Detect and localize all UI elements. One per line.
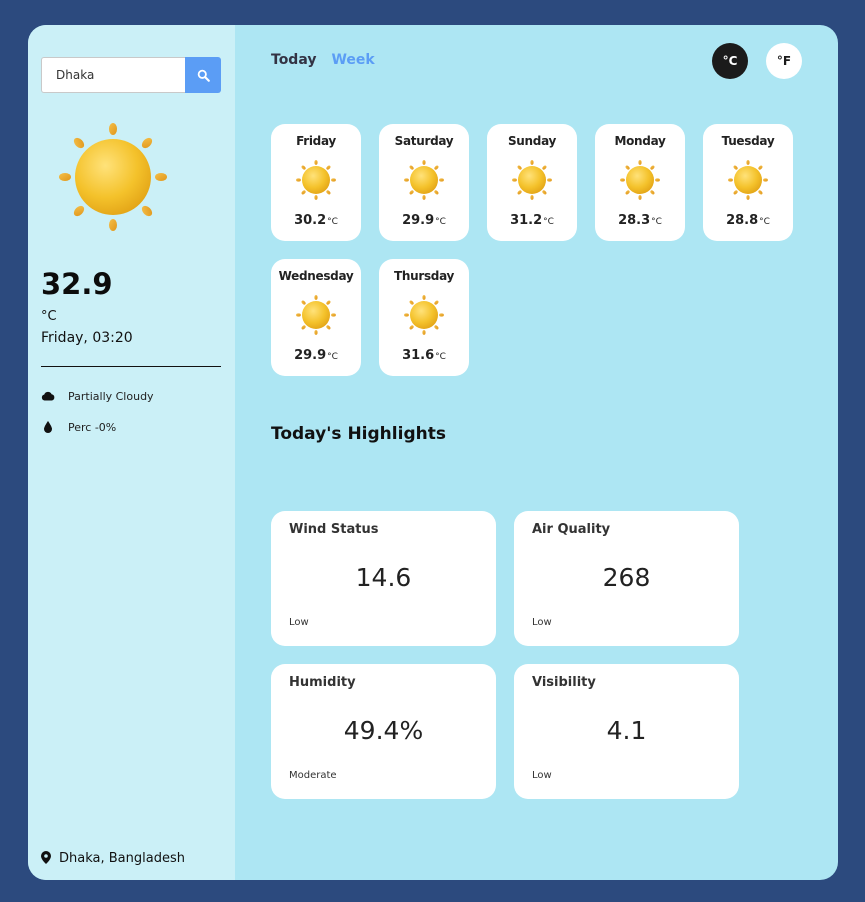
forecast-card[interactable]: Thursday 31.6°C (379, 259, 469, 376)
highlight-status: Low (532, 617, 552, 628)
highlight-value: 4.1 (606, 716, 647, 745)
highlight-status: Low (532, 770, 552, 781)
location-label: Dhaka, Bangladesh (59, 851, 185, 866)
forecast-temp: 28.8°C (726, 213, 770, 228)
sun-icon (296, 160, 336, 200)
forecast-day: Sunday (507, 134, 557, 148)
forecast-day: Wednesday (278, 269, 354, 283)
divider (41, 366, 221, 367)
forecast-temp: 30.2°C (294, 213, 338, 228)
sun-icon (296, 295, 336, 335)
highlight-value: 268 (602, 563, 651, 592)
condition-row: Partially Cloudy (41, 389, 154, 403)
precipitation-row: Perc -0% (41, 420, 116, 434)
sun-icon (728, 160, 768, 200)
current-temperature: 32.9 (41, 267, 113, 301)
search-bar (41, 57, 221, 93)
weather-app: 32.9 °C Friday, 03:20 Partially Cloudy P… (28, 25, 838, 880)
sun-icon (59, 123, 167, 231)
tab-today[interactable]: Today (271, 52, 316, 68)
forecast-temp: 29.9°C (294, 348, 338, 363)
forecast-day: Monday (614, 134, 666, 148)
forecast-temp: 31.6°C (402, 348, 446, 363)
visibility-card: Visibility 4.1 Low (514, 664, 739, 799)
search-icon (197, 69, 210, 82)
highlight-title: Visibility (532, 675, 596, 690)
search-button[interactable] (185, 57, 221, 93)
current-date-time: Friday, 03:20 (41, 330, 133, 346)
view-tabs: Today Week (271, 52, 375, 68)
cloud-icon (41, 389, 55, 403)
sidebar: 32.9 °C Friday, 03:20 Partially Cloudy P… (28, 25, 235, 880)
map-pin-icon (41, 849, 51, 868)
forecast-card[interactable]: Wednesday 29.9°C (271, 259, 361, 376)
precipitation-label: Perc -0% (68, 420, 117, 434)
highlight-title: Humidity (289, 675, 356, 690)
location: Dhaka, Bangladesh (41, 849, 185, 868)
droplet-icon (41, 420, 55, 434)
sun-icon (512, 160, 552, 200)
highlight-title: Air Quality (532, 522, 611, 537)
fahrenheit-button[interactable]: °F (766, 43, 802, 79)
humidity-card: Humidity 49.4% Moderate (271, 664, 496, 799)
forecast-day: Saturday (394, 134, 454, 148)
forecast-temp: 29.9°C (402, 213, 446, 228)
air-quality-card: Air Quality 268 Low (514, 511, 739, 646)
temperature-unit: °C (41, 309, 57, 324)
forecast-day: Thursday (393, 269, 455, 283)
highlights-title: Today's Highlights (271, 424, 446, 444)
highlight-value: 14.6 (355, 563, 412, 592)
search-input[interactable] (41, 57, 186, 93)
sun-icon (620, 160, 660, 200)
forecast-temp: 28.3°C (618, 213, 662, 228)
condition-label: Partially Cloudy (68, 389, 154, 403)
forecast-card[interactable]: Friday 30.2°C (271, 124, 361, 241)
forecast-card[interactable]: Monday 28.3°C (595, 124, 685, 241)
highlight-status: Moderate (289, 770, 337, 781)
wind-status-card: Wind Status 14.6 Low (271, 511, 496, 646)
sun-icon (404, 295, 444, 335)
forecast-day: Friday (296, 134, 336, 148)
forecast-card[interactable]: Saturday 29.9°C (379, 124, 469, 241)
forecast-card[interactable]: Sunday 31.2°C (487, 124, 577, 241)
sun-icon (404, 160, 444, 200)
highlight-value: 49.4% (343, 716, 424, 745)
forecast-day: Tuesday (721, 134, 775, 148)
forecast-temp: 31.2°C (510, 213, 554, 228)
highlight-title: Wind Status (289, 522, 379, 537)
celsius-button[interactable]: °C (712, 43, 748, 79)
highlight-status: Low (289, 617, 309, 628)
tab-week[interactable]: Week (331, 52, 374, 68)
forecast-card[interactable]: Tuesday 28.8°C (703, 124, 793, 241)
